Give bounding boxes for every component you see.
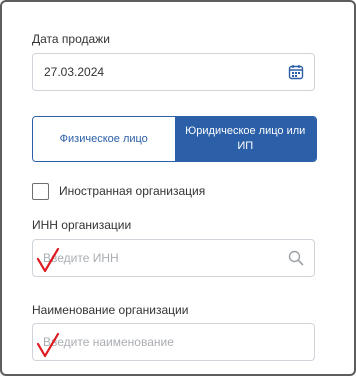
foreign-org-label: Иностранная организация [59, 184, 206, 198]
search-icon[interactable] [288, 250, 304, 266]
sale-date-value: 27.03.2024 [44, 65, 105, 79]
inn-label: ИНН организации [32, 218, 132, 232]
foreign-org-checkbox[interactable] [32, 182, 49, 200]
foreign-org-row: Иностранная организация [32, 182, 205, 200]
form-panel: Дата продажи 27.03.2024 Физическое лицо … [0, 0, 356, 376]
inn-field [32, 239, 315, 277]
annotation-check-icon [36, 247, 60, 273]
org-name-input[interactable] [43, 324, 283, 360]
entity-type-toggle: Физическое лицо Юридическое лицо или ИП [32, 116, 317, 162]
org-name-field [32, 323, 315, 361]
entity-individual-option[interactable]: Физическое лицо [33, 117, 175, 161]
org-name-label: Наименование организации [32, 303, 189, 317]
calendar-icon[interactable] [288, 64, 304, 80]
sale-date-label: Дата продажи [32, 32, 110, 46]
entity-legal-option[interactable]: Юридическое лицо или ИП [174, 117, 316, 161]
inn-input[interactable] [43, 240, 283, 276]
annotation-check-icon [36, 332, 60, 358]
sale-date-field[interactable]: 27.03.2024 [32, 53, 315, 91]
